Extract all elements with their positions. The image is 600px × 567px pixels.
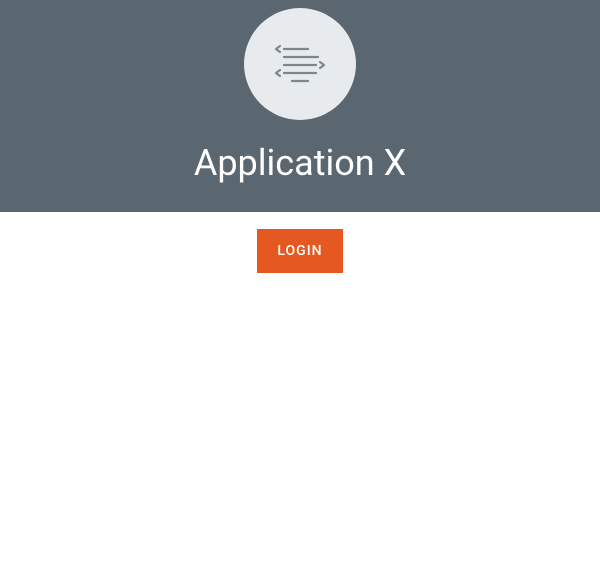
app-header: Application X [0, 0, 600, 212]
app-logo [244, 8, 356, 120]
content-area: LOGIN [0, 212, 600, 273]
code-lines-icon [274, 39, 326, 89]
app-title: Application X [194, 142, 406, 184]
login-button[interactable]: LOGIN [257, 229, 342, 273]
